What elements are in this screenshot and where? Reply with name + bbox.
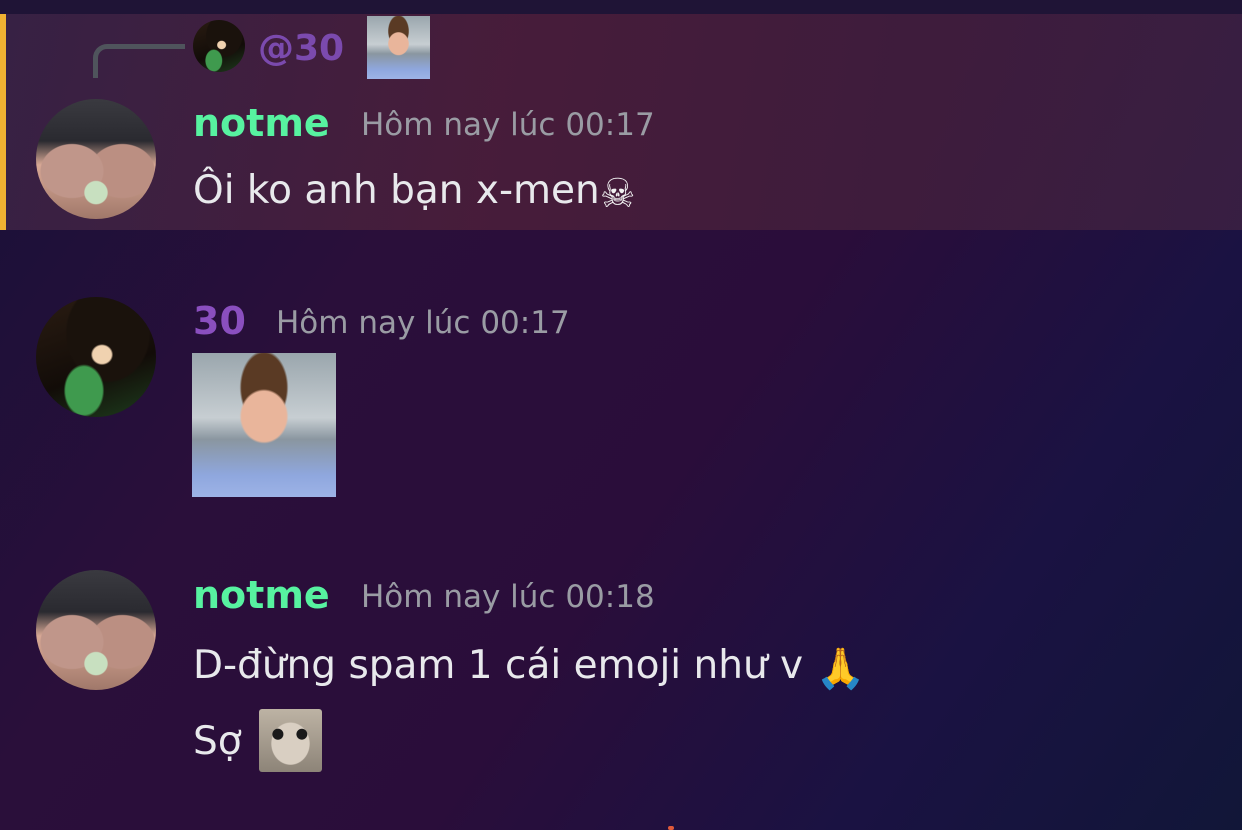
reply-image-thumbnail[interactable] <box>367 16 430 79</box>
reply-author-avatar-icon[interactable] <box>193 20 245 72</box>
mention-indicator-bar <box>0 14 6 230</box>
timestamp: Hôm nay lúc 00:18 <box>361 579 655 615</box>
reply-mention[interactable]: @30 <box>258 31 344 67</box>
folded-hands-emoji-icon: 🙏 <box>815 646 866 692</box>
top-strip <box>0 0 1242 14</box>
username[interactable]: notme <box>193 576 330 614</box>
username[interactable]: notme <box>193 104 330 142</box>
skull-crossbones-emoji-icon: ☠ <box>599 171 636 217</box>
username[interactable]: 30 <box>193 302 246 340</box>
message-content: Ôi ko anh bạn x-men <box>193 168 600 213</box>
timestamp: Hôm nay lúc 00:17 <box>361 107 655 143</box>
message-text: Ôi ko anh bạn x-men☠ <box>193 171 636 214</box>
message-content: Sợ <box>193 719 242 764</box>
avatar-30[interactable] <box>36 297 156 417</box>
message-text: Sợ <box>193 722 242 761</box>
message-text: D-đừng spam 1 cái emoji như v 🙏 <box>193 646 865 689</box>
reply-connector <box>93 44 185 78</box>
image-attachment[interactable] <box>192 353 336 497</box>
avatar-notme[interactable] <box>36 570 156 690</box>
avatar-notme[interactable] <box>36 99 156 219</box>
message-content: D-đừng spam 1 cái emoji như v <box>193 643 804 688</box>
timestamp: Hôm nay lúc 00:17 <box>276 305 570 341</box>
partial-element <box>668 826 674 830</box>
hamster-emoji-icon <box>259 709 322 772</box>
